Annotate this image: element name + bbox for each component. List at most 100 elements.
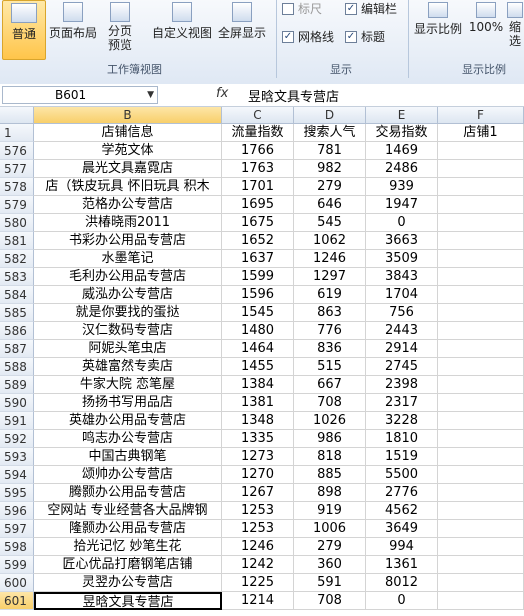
shop-info-cell[interactable]: 书彩办公用品专营店 bbox=[34, 232, 222, 250]
select-all-corner[interactable] bbox=[0, 107, 34, 124]
traffic-index-cell[interactable]: 1766 bbox=[222, 142, 294, 160]
shop-info-cell[interactable]: 学苑文体 bbox=[34, 142, 222, 160]
traffic-index-cell[interactable]: 1242 bbox=[222, 556, 294, 574]
row-header[interactable]: 594 bbox=[0, 466, 34, 484]
shop1-cell[interactable] bbox=[438, 394, 524, 412]
shop1-cell[interactable] bbox=[438, 502, 524, 520]
trade-index-cell[interactable]: 3649 bbox=[366, 520, 438, 538]
row-header[interactable]: 598 bbox=[0, 538, 34, 556]
zoom-100-button[interactable]: 100% bbox=[468, 0, 504, 58]
header-cell-trade-index[interactable]: 交易指数 bbox=[366, 124, 438, 142]
trade-index-cell[interactable]: 1810 bbox=[366, 430, 438, 448]
column-header-e[interactable]: E bbox=[366, 107, 438, 124]
shop1-cell[interactable] bbox=[438, 232, 524, 250]
trade-index-cell[interactable]: 994 bbox=[366, 538, 438, 556]
shop1-cell[interactable] bbox=[438, 322, 524, 340]
trade-index-cell[interactable]: 4562 bbox=[366, 502, 438, 520]
row-header[interactable]: 584 bbox=[0, 286, 34, 304]
row-header[interactable]: 597 bbox=[0, 520, 34, 538]
shop-info-cell[interactable]: 威泓办公专营店 bbox=[34, 286, 222, 304]
traffic-index-cell[interactable]: 1381 bbox=[222, 394, 294, 412]
shop-info-cell[interactable]: 拾光记忆 妙笔生花 bbox=[34, 538, 222, 556]
shop-info-cell[interactable]: 灵翌办公专营店 bbox=[34, 574, 222, 592]
search-popularity-cell[interactable]: 1246 bbox=[294, 250, 366, 268]
trade-index-cell[interactable]: 2486 bbox=[366, 160, 438, 178]
ruler-checkbox[interactable]: 标尺 bbox=[282, 0, 322, 17]
row-header[interactable]: 581 bbox=[0, 232, 34, 250]
trade-index-cell[interactable]: 939 bbox=[366, 178, 438, 196]
search-popularity-cell[interactable]: 279 bbox=[294, 538, 366, 556]
shop1-cell[interactable] bbox=[438, 520, 524, 538]
page-break-preview-button[interactable]: 分页 预览 bbox=[102, 0, 138, 58]
gridlines-checkbox[interactable]: ✓ 网格线 bbox=[282, 28, 334, 45]
traffic-index-cell[interactable]: 1599 bbox=[222, 268, 294, 286]
shop1-cell[interactable] bbox=[438, 286, 524, 304]
row-header[interactable]: 592 bbox=[0, 430, 34, 448]
traffic-index-cell[interactable]: 1701 bbox=[222, 178, 294, 196]
shop1-cell[interactable] bbox=[438, 358, 524, 376]
zoom-selection-button[interactable]: 缩 选 bbox=[506, 0, 524, 58]
trade-index-cell[interactable]: 1947 bbox=[366, 196, 438, 214]
search-popularity-cell[interactable]: 708 bbox=[294, 394, 366, 412]
shop-info-cell[interactable]: 昱晗文具专营店 bbox=[34, 592, 222, 610]
shop-info-cell[interactable]: 中国古典钢笔 bbox=[34, 448, 222, 466]
shop1-cell[interactable] bbox=[438, 592, 524, 610]
row-header[interactable]: 595 bbox=[0, 484, 34, 502]
zoom-button[interactable]: 显示比例 bbox=[412, 0, 464, 58]
shop1-cell[interactable] bbox=[438, 484, 524, 502]
shop1-cell[interactable] bbox=[438, 376, 524, 394]
traffic-index-cell[interactable]: 1253 bbox=[222, 520, 294, 538]
search-popularity-cell[interactable]: 1006 bbox=[294, 520, 366, 538]
shop1-cell[interactable] bbox=[438, 304, 524, 322]
shop-info-cell[interactable]: 英雄富然专卖店 bbox=[34, 358, 222, 376]
trade-index-cell[interactable]: 8012 bbox=[366, 574, 438, 592]
trade-index-cell[interactable]: 3228 bbox=[366, 412, 438, 430]
trade-index-cell[interactable]: 3663 bbox=[366, 232, 438, 250]
shop1-cell[interactable] bbox=[438, 178, 524, 196]
search-popularity-cell[interactable]: 986 bbox=[294, 430, 366, 448]
row-header[interactable]: 601 bbox=[0, 592, 34, 610]
traffic-index-cell[interactable]: 1348 bbox=[222, 412, 294, 430]
trade-index-cell[interactable]: 1469 bbox=[366, 142, 438, 160]
shop-info-cell[interactable]: 腾颢办公用品专营店 bbox=[34, 484, 222, 502]
row-header[interactable]: 576 bbox=[0, 142, 34, 160]
shop-info-cell[interactable]: 牛家大院 恋笔屋 bbox=[34, 376, 222, 394]
shop1-cell[interactable] bbox=[438, 250, 524, 268]
column-header-b[interactable]: B bbox=[34, 107, 222, 124]
row-header[interactable]: 583 bbox=[0, 268, 34, 286]
column-header-d[interactable]: D bbox=[294, 107, 366, 124]
row-header[interactable]: 577 bbox=[0, 160, 34, 178]
shop-info-cell[interactable]: 颂帅办公专营店 bbox=[34, 466, 222, 484]
search-popularity-cell[interactable]: 1297 bbox=[294, 268, 366, 286]
trade-index-cell[interactable]: 3843 bbox=[366, 268, 438, 286]
shop1-cell[interactable] bbox=[438, 160, 524, 178]
shop1-cell[interactable] bbox=[438, 466, 524, 484]
search-popularity-cell[interactable]: 279 bbox=[294, 178, 366, 196]
formula-input[interactable]: 昱晗文具专营店 bbox=[248, 86, 339, 105]
shop-info-cell[interactable]: 店（铁皮玩具 怀旧玩具 积木 bbox=[34, 178, 222, 196]
shop-info-cell[interactable]: 匠心优品打磨钢笔店铺 bbox=[34, 556, 222, 574]
row-header[interactable]: 585 bbox=[0, 304, 34, 322]
shop1-cell[interactable] bbox=[438, 556, 524, 574]
shop-info-cell[interactable]: 英雄办公用品专营店 bbox=[34, 412, 222, 430]
traffic-index-cell[interactable]: 1384 bbox=[222, 376, 294, 394]
search-popularity-cell[interactable]: 776 bbox=[294, 322, 366, 340]
trade-index-cell[interactable]: 1704 bbox=[366, 286, 438, 304]
shop-info-cell[interactable]: 就是你要找的蛋挞 bbox=[34, 304, 222, 322]
row-header[interactable]: 593 bbox=[0, 448, 34, 466]
traffic-index-cell[interactable]: 1695 bbox=[222, 196, 294, 214]
shop1-cell[interactable] bbox=[438, 214, 524, 232]
traffic-index-cell[interactable]: 1675 bbox=[222, 214, 294, 232]
trade-index-cell[interactable]: 2398 bbox=[366, 376, 438, 394]
search-popularity-cell[interactable]: 591 bbox=[294, 574, 366, 592]
headings-checkbox[interactable]: ✓ 标题 bbox=[345, 28, 385, 45]
search-popularity-cell[interactable]: 515 bbox=[294, 358, 366, 376]
traffic-index-cell[interactable]: 1464 bbox=[222, 340, 294, 358]
page-layout-button[interactable]: 页面布局 bbox=[46, 0, 100, 58]
search-popularity-cell[interactable]: 982 bbox=[294, 160, 366, 178]
formula-bar-checkbox[interactable]: ✓ 编辑栏 bbox=[345, 0, 397, 17]
shop1-cell[interactable] bbox=[438, 268, 524, 286]
search-popularity-cell[interactable]: 619 bbox=[294, 286, 366, 304]
row-header[interactable]: 587 bbox=[0, 340, 34, 358]
normal-view-button[interactable]: 普通 bbox=[2, 0, 46, 60]
